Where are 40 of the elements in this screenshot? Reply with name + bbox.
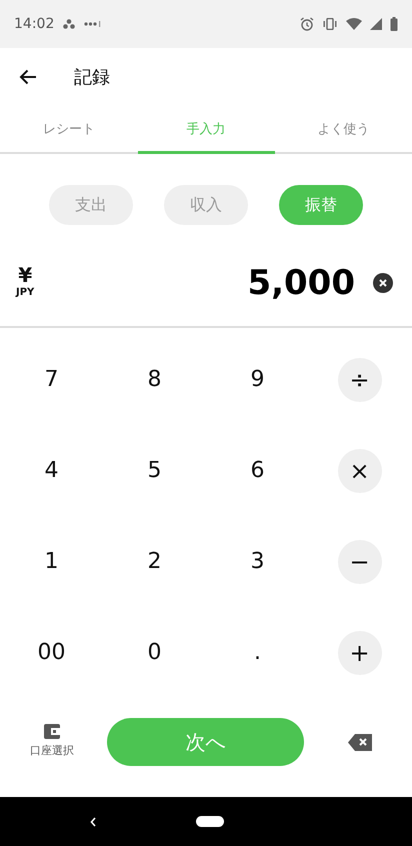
wifi-icon (346, 18, 362, 30)
close-icon (379, 279, 387, 287)
operator-key[interactable]: ÷ (338, 358, 382, 402)
currency-symbol: ¥ (18, 262, 32, 286)
wallet-icon (44, 724, 60, 739)
digit-key[interactable]: 8 (124, 358, 184, 402)
digit-key[interactable]: 7 (22, 358, 82, 402)
digit-key[interactable]: 0 (124, 630, 184, 674)
back-arrow-icon (19, 68, 37, 84)
clear-button[interactable] (373, 273, 393, 293)
digit-key[interactable]: 4 (22, 448, 82, 492)
backspace-button[interactable] (348, 734, 372, 751)
digit-key[interactable]: 3 (228, 540, 288, 584)
account-select-button[interactable]: 口座選択 (0, 724, 104, 758)
chevron-left-icon (90, 816, 96, 826)
signal-dots-icon (84, 21, 102, 27)
tab[interactable]: よく使う (274, 105, 412, 154)
tab[interactable]: レシート (0, 105, 138, 154)
status-time: 14:02 (14, 16, 54, 32)
digit-key[interactable]: 2 (124, 540, 184, 584)
currency-code: JPY (16, 286, 34, 298)
back-button[interactable] (19, 68, 37, 84)
alarm-icon (300, 17, 314, 31)
digit-key[interactable]: . (228, 630, 288, 674)
operator-key[interactable]: + (338, 630, 382, 674)
battery-icon (390, 17, 398, 31)
vibrate-icon (322, 18, 338, 30)
operator-key[interactable]: − (338, 540, 382, 584)
digit-key[interactable]: 9 (228, 358, 288, 402)
cell-signal-icon (370, 18, 382, 30)
digit-key[interactable]: 5 (124, 448, 184, 492)
digit-key[interactable]: 1 (22, 540, 82, 584)
page-title: 記録 (74, 66, 110, 88)
backspace-icon (348, 734, 372, 751)
digit-key[interactable]: 00 (22, 630, 82, 674)
dots-icon (63, 19, 76, 29)
amount-value: 5,000 (247, 263, 355, 303)
operator-key[interactable]: × (338, 448, 382, 492)
home-button[interactable] (196, 816, 224, 827)
digit-key[interactable]: 6 (228, 448, 288, 492)
